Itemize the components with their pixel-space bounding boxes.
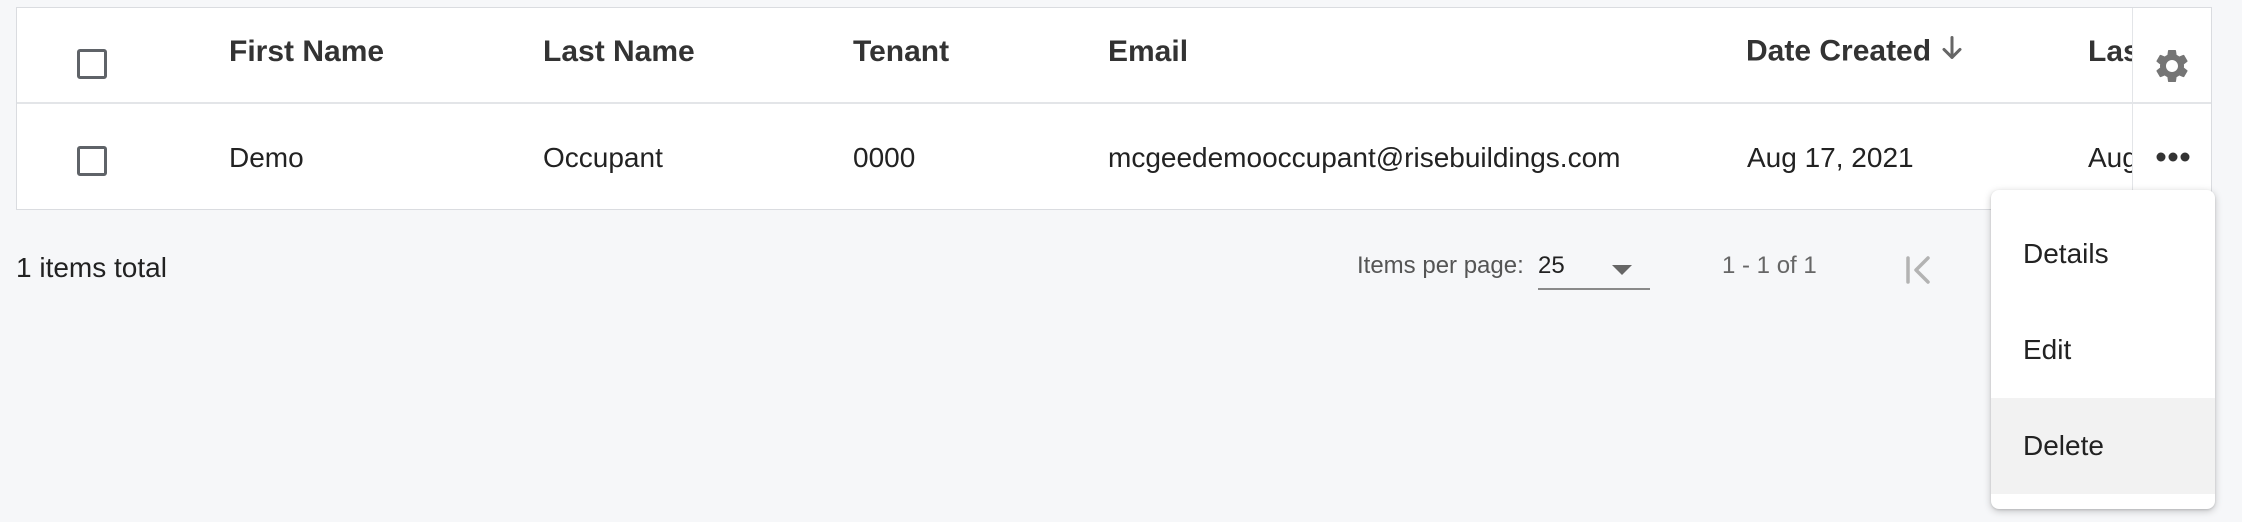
menu-item-label: Delete <box>2023 430 2104 461</box>
menu-item-delete[interactable]: Delete <box>1991 398 2215 494</box>
items-per-page-select[interactable]: 25 <box>1538 248 1650 290</box>
column-header-date-created-label: Date Created <box>1746 34 1932 68</box>
items-per-page-value: 25 <box>1538 252 1565 279</box>
arrow-down-icon <box>1941 36 1963 70</box>
cell-date-created: Aug 17, 2021 <box>1747 142 1914 173</box>
more-horizontal-icon[interactable] <box>2155 150 2191 162</box>
menu-item-label: Edit <box>2023 334 2072 365</box>
menu-item-details[interactable]: Details <box>1991 206 2215 302</box>
sticky-actions-column <box>2132 8 2211 209</box>
menu-item-edit[interactable]: Edit <box>1991 302 2215 398</box>
cell-last-modified: Aug <box>2088 142 2138 173</box>
gear-icon[interactable] <box>2152 46 2192 86</box>
cell-last-name: Occupant <box>543 142 663 173</box>
column-header-date-created[interactable]: Date Created <box>1746 34 1963 69</box>
cell-email: mcgeedemooccupant@risebuildings.com <box>1108 142 1621 173</box>
cell-tenant: 0000 <box>853 142 916 173</box>
menu-item-label: Details <box>2023 238 2109 269</box>
pagination-range-label: 1 - 1 of 1 <box>1722 252 1817 279</box>
column-header-last-name[interactable]: Last Name <box>543 35 695 69</box>
table-row[interactable]: Demo Occupant 0000 mcgeedemooccupant@ris… <box>17 104 2211 209</box>
chevron-down-icon <box>1612 265 1632 275</box>
column-header-email[interactable]: Email <box>1108 35 1188 69</box>
row-actions-menu: Details Edit Delete <box>1991 190 2215 509</box>
cell-first-name: Demo <box>229 142 304 173</box>
actions-column-divider <box>2133 102 2211 104</box>
table-header-row: First Name Last Name Tenant Email Date C… <box>17 8 2211 104</box>
items-per-page-label: Items per page: <box>1357 252 1524 279</box>
select-all-checkbox[interactable] <box>77 49 107 79</box>
row-checkbox[interactable] <box>77 146 107 176</box>
first-page-icon[interactable] <box>1900 252 1936 288</box>
occupants-table: First Name Last Name Tenant Email Date C… <box>16 7 2212 210</box>
items-total-label: 1 items total <box>16 252 167 283</box>
column-header-first-name[interactable]: First Name <box>229 35 384 69</box>
column-header-tenant[interactable]: Tenant <box>853 35 949 69</box>
